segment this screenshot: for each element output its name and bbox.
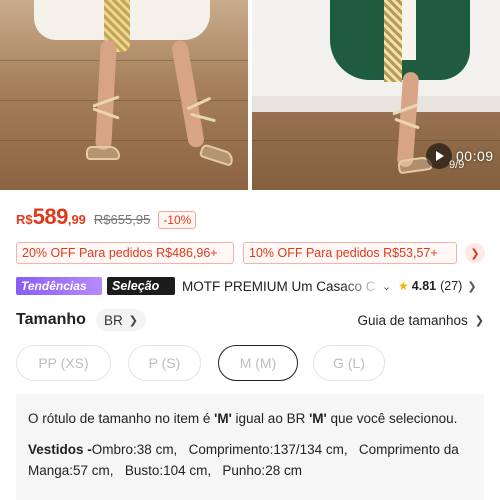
review-count[interactable]: (27) <box>440 279 462 293</box>
size-info-panel: O rótulo de tamanho no item é 'M' igual … <box>16 394 484 500</box>
measure-value: 38 cm, <box>136 442 178 457</box>
selection-tag: Seleção <box>107 277 175 295</box>
chevron-right-icon: ❯ <box>474 314 484 327</box>
trend-tag: Tendências <box>16 277 102 295</box>
coupon-10-off[interactable]: 10% OFF Para pedidos R$53,57+ <box>243 242 457 264</box>
size-option-g[interactable]: G (L) <box>313 345 385 381</box>
price-cents: ,99 <box>67 212 86 227</box>
size-guide-label: Guia de tamanhos <box>357 312 468 328</box>
measure-value: 104 cm, <box>163 463 212 478</box>
rating-value: 4.81 <box>411 279 437 293</box>
size-option-pp[interactable]: PP (XS) <box>16 345 111 381</box>
measure-value: 137/134 cm, <box>273 442 348 457</box>
chevron-right-icon[interactable]: ❯ <box>467 280 476 293</box>
note-suffix: que você selecionou. <box>326 411 458 426</box>
coupon-20-off[interactable]: 20% OFF Para pedidos R$486,96+ <box>16 242 234 264</box>
measure-value: 28 cm <box>265 463 302 478</box>
discount-badge: -10% <box>158 211 197 229</box>
measure-label: Comprimento: <box>188 442 274 457</box>
star-icon: ★ <box>398 279 409 293</box>
size-option-m[interactable]: M (M) <box>218 345 298 381</box>
size-header: Tamanho BR ❯ Guia de tamanhos ❯ <box>16 308 484 332</box>
measure-label: Punho: <box>222 463 266 478</box>
product-photo-white-dress[interactable] <box>0 0 248 190</box>
size-option-p[interactable]: P (S) <box>128 345 201 381</box>
price-current: 589 <box>32 204 69 229</box>
measure-category: Vestidos - <box>28 442 92 457</box>
note-mid: igual ao BR <box>231 411 310 426</box>
coupon-row: 20% OFF Para pedidos R$486,96+ 10% OFF P… <box>16 242 500 264</box>
size-guide-link[interactable]: Guia de tamanhos ❯ <box>357 313 484 328</box>
product-title-row[interactable]: Tendências Seleção MOTF PREMIUM Um Casac… <box>16 276 500 296</box>
measurements: Vestidos -Ombro:38 cm, Comprimento:137/1… <box>28 439 472 481</box>
size-match-note: O rótulo de tamanho no item é 'M' igual … <box>28 408 472 429</box>
size-region-selector[interactable]: BR ❯ <box>95 309 146 331</box>
note-size-br: 'M' <box>309 411 327 426</box>
image-page-counter: 9/9 <box>449 159 465 171</box>
price-currency: R$ <box>16 212 33 227</box>
note-size: 'M' <box>214 411 232 426</box>
note-prefix: O rótulo de tamanho no item é <box>28 411 215 426</box>
price-original: R$655,95 <box>93 212 151 227</box>
chevron-down-icon[interactable]: ⌄ <box>382 280 394 293</box>
measure-label: Busto: <box>124 463 164 478</box>
size-region-label: BR <box>103 312 123 328</box>
price-row: R$ 589 ,99 R$655,95 -10% <box>16 204 197 230</box>
product-title[interactable]: MOTF PREMIUM Um Casaco C <box>182 279 382 294</box>
measure-value: 57 cm, <box>73 463 114 478</box>
product-image-gallery[interactable]: 00:09 9/9 <box>0 0 500 190</box>
measure-label: Ombro: <box>91 442 137 457</box>
coupon-more-chevron-icon[interactable]: ❯ <box>465 243 485 263</box>
chevron-right-icon: ❯ <box>128 314 138 327</box>
size-title: Tamanho <box>16 311 86 328</box>
